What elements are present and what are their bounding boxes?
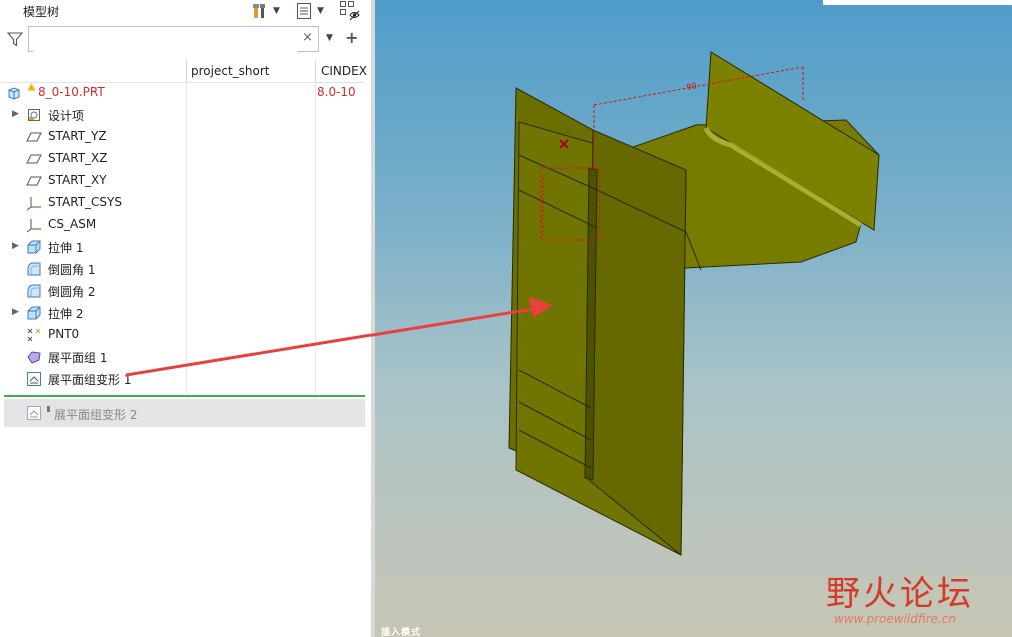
tree-filter-icon: [340, 1, 360, 21]
tree-item-flatten-deform-2[interactable]: 展平面组变形 2: [4, 399, 365, 427]
chevron-down-icon: ▼: [273, 6, 280, 16]
tree-root-label: 8_0-10.PRT: [38, 85, 105, 99]
tree-item-flatten-quilt-1[interactable]: 展平面组 1: [0, 346, 365, 368]
panel-header: 模型树 ▼ ▼: [0, 0, 371, 24]
tree-item-design-items[interactable]: ▶ 设计项: [0, 104, 365, 126]
flatten-deform-icon: [27, 372, 41, 386]
tree-item-extrude-2[interactable]: ▶ 拉伸 2: [0, 302, 365, 324]
insert-here-indicator[interactable]: [4, 395, 365, 397]
extrude-icon: [27, 240, 41, 254]
expand-arrow-icon[interactable]: ▶: [12, 241, 19, 251]
show-button[interactable]: ▼: [295, 1, 324, 21]
tree-item-label: START_CSYS: [48, 195, 122, 209]
tree-item-label: 展平面组变形 2: [54, 408, 138, 422]
csys-icon: [26, 219, 42, 233]
search-box: ×: [28, 26, 319, 52]
filter-icon[interactable]: [7, 31, 23, 47]
tree-item-flatten-deform-1[interactable]: 展平面组变形 1: [0, 368, 365, 390]
tree-item-cs-asm[interactable]: CS_ASM: [0, 214, 365, 236]
tree-item-label: START_XZ: [48, 151, 108, 165]
tree-item-start-xz[interactable]: START_XZ: [0, 148, 365, 170]
tree-item-extrude-1[interactable]: ▶ 拉伸 1: [0, 236, 365, 258]
add-column-button[interactable]: +: [345, 28, 358, 47]
warning-icon: [27, 83, 36, 91]
tree-item-label: START_YZ: [48, 129, 107, 143]
datum-plane-icon: [26, 154, 42, 164]
column-project-short[interactable]: project_short: [191, 64, 270, 78]
tree-item-round-1[interactable]: 倒圆角 1: [0, 258, 365, 280]
part-icon: [8, 87, 20, 100]
datum-plane-icon: [26, 176, 42, 186]
tree-item-label: 拉伸 1: [48, 241, 84, 255]
column-divider[interactable]: [186, 60, 187, 82]
settings-button[interactable]: ▼: [251, 1, 280, 21]
tree-item-label: 设计项: [48, 109, 85, 123]
flatten-quilt-icon: [27, 351, 41, 364]
extrude-icon: [27, 306, 41, 320]
expand-arrow-icon[interactable]: ▶: [12, 109, 19, 119]
tree-item-pnt0[interactable]: PNT0: [0, 324, 365, 346]
suppressed-marker-icon: [47, 406, 50, 412]
round-icon: [27, 262, 41, 276]
model-view[interactable]: 90: [371, 0, 1012, 637]
csys-icon: [26, 197, 42, 211]
tree-root-row[interactable]: 8_0-10.PRT 8.0-10: [0, 82, 365, 104]
model-flattened-panel: [588, 129, 687, 557]
search-options-dropdown[interactable]: ▼: [326, 33, 333, 43]
dimension-value: 90: [686, 81, 698, 92]
tree-item-start-csys[interactable]: START_CSYS: [0, 192, 365, 214]
mode-status-label: 插入模式: [381, 628, 422, 637]
tree-item-label: START_XY: [48, 173, 107, 187]
list-icon: [297, 3, 311, 19]
datum-plane-icon: [26, 132, 42, 142]
chevron-down-icon: ▼: [317, 6, 324, 16]
search-row: × ▼ +: [0, 25, 371, 53]
tools-icon: [253, 4, 265, 18]
column-header: project_short CINDEX: [0, 60, 367, 83]
watermark-text: 野火论坛: [826, 574, 974, 614]
tree-item-label: 展平面组变形 1: [48, 373, 132, 387]
column-cindex[interactable]: CINDEX: [321, 64, 367, 78]
round-icon: [27, 284, 41, 298]
search-input[interactable]: [33, 28, 297, 52]
tree-filters-button[interactable]: [339, 1, 361, 21]
tree-item-label: CS_ASM: [48, 217, 97, 231]
cindex-value: 8.0-10: [317, 85, 356, 99]
datum-point-icon: [27, 328, 41, 342]
tree-item-start-yz[interactable]: START_YZ: [0, 126, 365, 148]
tree-item-start-xy[interactable]: START_XY: [0, 170, 365, 192]
tree-item-label: PNT0: [48, 327, 80, 341]
graphics-viewport[interactable]: 90 插入模式 野火论坛 www.proewildfire.cn: [371, 0, 1012, 637]
model-tree-panel: 模型树 ▼ ▼ × ▼ + project_short CINDEX 8_0-1…: [0, 0, 371, 637]
panel-title: 模型树: [23, 5, 60, 19]
tree-item-label: 倒圆角 1: [48, 263, 96, 277]
design-items-icon: [28, 109, 40, 121]
clear-search-icon[interactable]: ×: [302, 30, 313, 45]
tree-item-label: 倒圆角 2: [48, 285, 96, 299]
watermark-logo: 野火论坛 www.proewildfire.cn: [826, 566, 974, 626]
column-divider[interactable]: [315, 60, 316, 82]
expand-arrow-icon[interactable]: ▶: [12, 307, 19, 317]
tree-item-round-2[interactable]: 倒圆角 2: [0, 280, 365, 302]
tree-item-label: 展平面组 1: [48, 351, 108, 365]
watermark-url: www.proewildfire.cn: [834, 612, 956, 626]
flatten-deform-icon: [27, 406, 41, 420]
tree-item-label: 拉伸 2: [48, 307, 84, 321]
